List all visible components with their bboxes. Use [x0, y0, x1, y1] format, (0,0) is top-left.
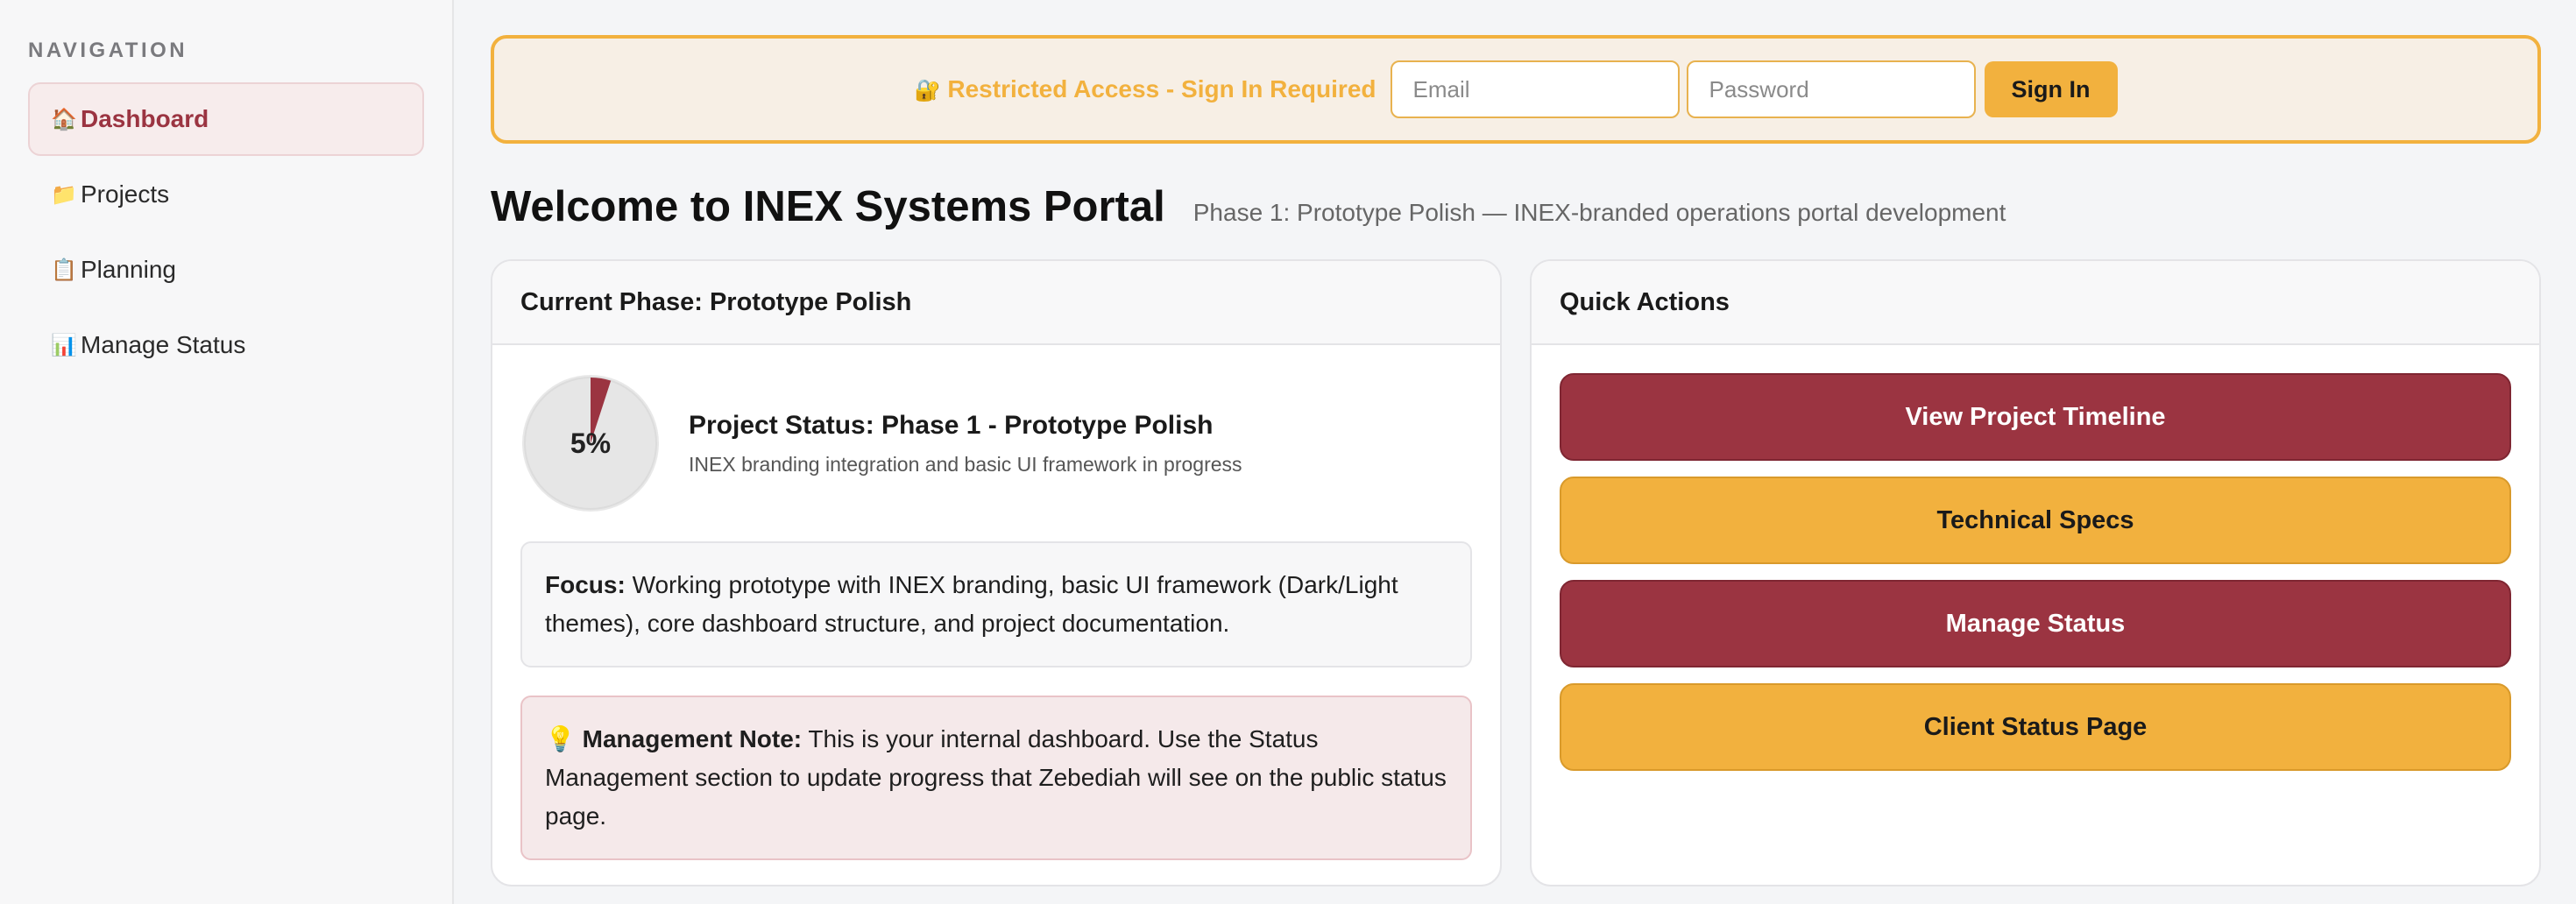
- card-title: Quick Actions: [1532, 261, 2539, 345]
- progress-pie: 5%: [520, 373, 661, 513]
- client-status-page-button[interactable]: Client Status Page: [1560, 683, 2511, 771]
- project-status: 5% Project Status: Phase 1 - Prototype P…: [520, 373, 1472, 513]
- page-title: Welcome to INEX Systems Portal: [491, 183, 1165, 230]
- sidebar-item-label: Dashboard: [81, 105, 209, 132]
- auth-title: 🔐 Restricted Access - Sign In Required: [915, 75, 1376, 103]
- note-label: Management Note:: [582, 725, 803, 752]
- sidebar-item-planning[interactable]: 📋 Planning: [28, 233, 424, 307]
- sidebar-item-manage-status[interactable]: 📊 Manage Status: [28, 308, 424, 382]
- sign-in-button[interactable]: Sign In: [1984, 61, 2118, 117]
- focus-box: Focus: Working prototype with INEX brand…: [520, 541, 1472, 667]
- card-title: Current Phase: Prototype Polish: [492, 261, 1500, 345]
- sidebar-item-label: Planning: [81, 256, 176, 283]
- focus-label: Focus:: [545, 571, 626, 598]
- page-header: Welcome to INEX Systems Portal Phase 1: …: [491, 182, 2541, 249]
- nav-heading: NAVIGATION: [28, 39, 188, 62]
- sidebar-item-dashboard[interactable]: 🏠 Dashboard: [28, 82, 424, 156]
- bar-chart-icon: 📊: [51, 333, 77, 357]
- technical-specs-button[interactable]: Technical Specs: [1560, 477, 2511, 564]
- progress-percent: 5%: [570, 427, 612, 459]
- folder-icon: 📁: [51, 182, 77, 207]
- page-subtitle: Phase 1: Prototype Polish — INEX-branded…: [1192, 199, 2006, 226]
- sidebar: NAVIGATION 🏠 Dashboard 📁 Projects 📋 Plan…: [0, 0, 454, 904]
- auth-title-text: Restricted Access - Sign In Required: [947, 75, 1376, 102]
- lock-icon: 🔐: [914, 79, 941, 102]
- view-project-timeline-button[interactable]: View Project Timeline: [1560, 373, 2511, 461]
- sidebar-item-projects[interactable]: 📁 Projects: [28, 158, 424, 231]
- status-title: Project Status: Phase 1 - Prototype Poli…: [689, 410, 1214, 440]
- quick-actions-card: Quick Actions View Project Timeline Tech…: [1530, 259, 2541, 886]
- main-content: 🔐 Restricted Access - Sign In Required Si…: [491, 35, 2541, 886]
- sidebar-item-label: Manage Status: [81, 331, 246, 358]
- sidebar-item-label: Projects: [81, 180, 170, 208]
- card-row: Current Phase: Prototype Polish 5% Proje…: [491, 259, 2541, 886]
- sign-in-bar: 🔐 Restricted Access - Sign In Required Si…: [491, 35, 2541, 144]
- email-field[interactable]: [1390, 60, 1680, 118]
- clipboard-icon: 📋: [51, 258, 77, 282]
- lightbulb-icon: 💡: [545, 725, 576, 752]
- password-field[interactable]: [1686, 60, 1976, 118]
- current-phase-card: Current Phase: Prototype Polish 5% Proje…: [491, 259, 1502, 886]
- status-description: INEX branding integration and basic UI f…: [689, 452, 1242, 476]
- management-note: 💡 Management Note: This is your internal…: [520, 696, 1472, 860]
- home-icon: 🏠: [51, 107, 77, 131]
- focus-text: Working prototype with INEX branding, ba…: [545, 571, 1398, 637]
- manage-status-button[interactable]: Manage Status: [1560, 580, 2511, 667]
